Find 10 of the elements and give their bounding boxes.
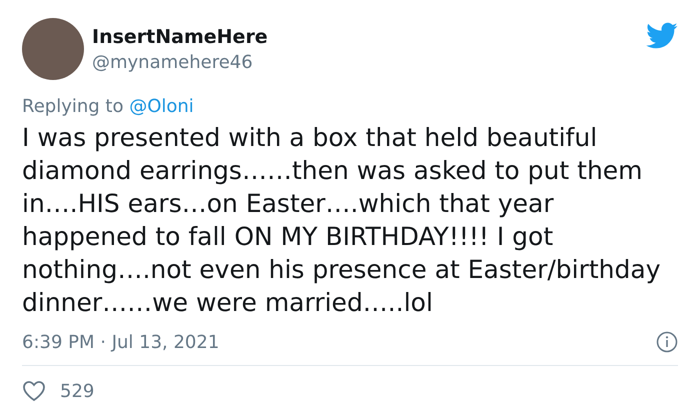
mention-link[interactable]: @Oloni bbox=[129, 96, 194, 117]
timestamp: 6:39 PM · Jul 13, 2021 bbox=[22, 332, 220, 352]
tweet-text: I was presented with a box that held beautiful diamond earrings……then was asked to put them in….HIS ears…on Easter….which that year happened to fall ON MY BIRTHDAY!!!! I got nothing….not even his presence at Easter/birthday dinner……we were married…..lol bbox=[22, 122, 662, 319]
info-icon[interactable] bbox=[656, 331, 678, 353]
like-count: 529 bbox=[60, 380, 94, 402]
author-name: InsertNameHere bbox=[92, 26, 269, 48]
author-handle: @mynamehere46 bbox=[92, 52, 254, 72]
heart-icon[interactable] bbox=[22, 380, 46, 402]
bird-icon bbox=[646, 22, 678, 50]
replying-label: Replying to bbox=[22, 96, 124, 117]
